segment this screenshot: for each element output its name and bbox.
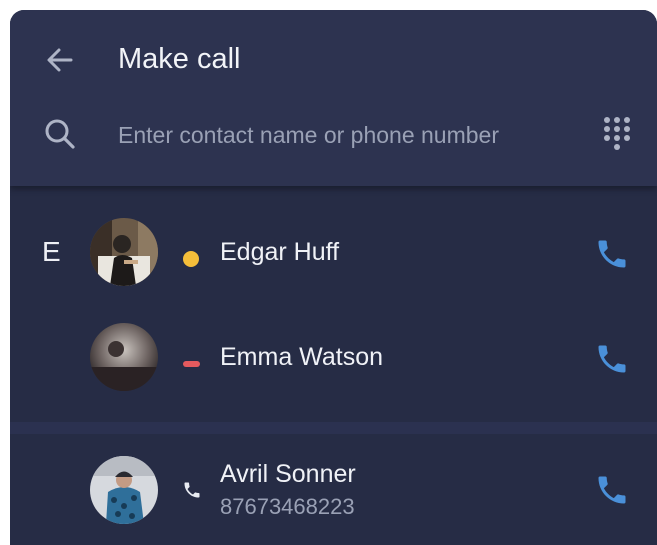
back-button[interactable] bbox=[42, 42, 78, 78]
page-title: Make call bbox=[118, 43, 241, 75]
search-icon bbox=[45, 119, 75, 149]
phone-number-icon bbox=[184, 482, 200, 498]
header: Make call bbox=[10, 10, 657, 186]
contact-name: Emma Watson bbox=[220, 343, 384, 371]
contact-phone-number: 87673468223 bbox=[220, 494, 355, 519]
search-input[interactable] bbox=[116, 114, 580, 156]
contact-row-avril-sonner[interactable]: Avril Sonner 87673468223 bbox=[10, 446, 657, 536]
avatar bbox=[90, 218, 158, 286]
make-call-panel: Make call Enter contact name or phone nu… bbox=[10, 10, 657, 545]
dialpad-button[interactable] bbox=[602, 116, 632, 154]
contact-name: Edgar Huff bbox=[220, 238, 340, 266]
contact-name: Avril Sonner bbox=[220, 460, 356, 488]
contact-row-emma-watson[interactable]: Emma Watson bbox=[10, 313, 657, 403]
phone-icon bbox=[598, 345, 626, 373]
call-button[interactable] bbox=[594, 339, 630, 379]
section-divider bbox=[10, 422, 657, 434]
status-dnd-indicator bbox=[183, 361, 200, 367]
dialpad-icon bbox=[604, 117, 630, 150]
avatar bbox=[90, 323, 158, 391]
call-button[interactable] bbox=[594, 470, 630, 510]
phone-icon bbox=[598, 240, 626, 268]
contact-group-numbers: Avril Sonner 87673468223 bbox=[10, 434, 657, 545]
arrow-left-icon bbox=[47, 48, 73, 72]
phone-icon bbox=[598, 476, 626, 504]
contact-group-e: E Edgar Huff Emma Watson bbox=[10, 186, 657, 422]
contact-row-edgar-huff[interactable]: Edgar Huff bbox=[10, 208, 657, 298]
avatar bbox=[90, 456, 158, 524]
call-button[interactable] bbox=[594, 234, 630, 274]
status-away-indicator bbox=[183, 251, 199, 267]
